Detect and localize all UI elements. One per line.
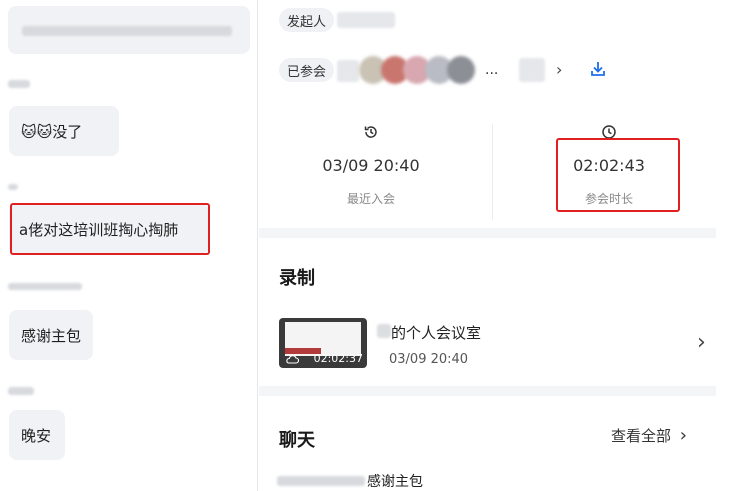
download-icon[interactable] bbox=[589, 60, 607, 78]
recording-date: 03/09 20:40 bbox=[389, 352, 469, 367]
sender-name-blurred bbox=[8, 283, 82, 290]
chat-message[interactable]: 🐱🐱没了 bbox=[9, 106, 119, 156]
participant-blurred bbox=[337, 60, 359, 82]
chat-message-blurred[interactable] bbox=[8, 6, 250, 54]
section-separator bbox=[259, 228, 716, 238]
blurred-text bbox=[22, 26, 232, 36]
chat-message[interactable]: 晚安 bbox=[9, 410, 65, 460]
initiator-chip: 发起人 bbox=[279, 8, 335, 32]
chat-preview-sender-blurred bbox=[277, 476, 365, 486]
recording-title: 的个人会议室 bbox=[391, 324, 482, 342]
view-all-label: 查看全部 bbox=[611, 427, 672, 445]
section-separator bbox=[259, 386, 716, 396]
participant-blurred bbox=[519, 58, 545, 82]
stats-divider bbox=[492, 124, 493, 220]
chat-message[interactable]: a佬对这培训班掏心掏肺 bbox=[9, 204, 209, 254]
sender-name-blurred bbox=[8, 80, 30, 88]
meeting-details-pane: 发起人 已参会 ... › 03/09 20:40 最近入会 02:02:43 … bbox=[259, 0, 752, 491]
chevron-right-icon[interactable]: › bbox=[697, 330, 706, 355]
message-text: 感谢主包 bbox=[21, 326, 82, 345]
chat-pane: 🐱🐱没了 a佬对这培训班掏心掏肺 感谢主包 晚安 bbox=[0, 0, 258, 491]
duration-value: 02:02:43 bbox=[573, 156, 645, 175]
message-text: a佬对这培训班掏心掏肺 bbox=[19, 220, 179, 239]
thumbnail-duration: 02:02:37 bbox=[313, 352, 363, 365]
chat-message[interactable]: 感谢主包 bbox=[9, 310, 93, 360]
recording-owner-blurred bbox=[377, 324, 391, 338]
joined-chip: 已参会 bbox=[279, 58, 335, 82]
recording-thumbnail[interactable]: 02:02:37 bbox=[279, 318, 367, 368]
recent-join-value: 03/09 20:40 bbox=[322, 156, 420, 175]
joined-label: 已参会 bbox=[287, 64, 327, 80]
duration-label: 参会时长 bbox=[584, 192, 633, 206]
more-participants: ... bbox=[485, 62, 499, 78]
chevron-right-icon: › bbox=[679, 425, 687, 446]
participant-avatar[interactable] bbox=[447, 56, 475, 84]
history-icon bbox=[364, 126, 377, 138]
recent-join-label: 最近入会 bbox=[346, 192, 395, 206]
initiator-name-blurred bbox=[337, 12, 395, 28]
chevron-right-icon[interactable]: › bbox=[556, 60, 562, 79]
view-all-link[interactable]: 查看全部 › bbox=[611, 425, 687, 446]
message-text: 晚安 bbox=[21, 426, 52, 445]
clock-icon bbox=[602, 125, 616, 139]
chat-section-title: 聊天 bbox=[279, 430, 315, 451]
sender-name-blurred bbox=[8, 387, 34, 395]
sender-name-blurred bbox=[8, 184, 18, 190]
cloud-icon bbox=[286, 355, 299, 364]
recording-section-title: 录制 bbox=[279, 268, 315, 289]
chat-preview-text: 感谢主包 bbox=[367, 474, 423, 490]
initiator-label: 发起人 bbox=[287, 14, 327, 30]
message-text: 🐱🐱没了 bbox=[21, 122, 83, 141]
